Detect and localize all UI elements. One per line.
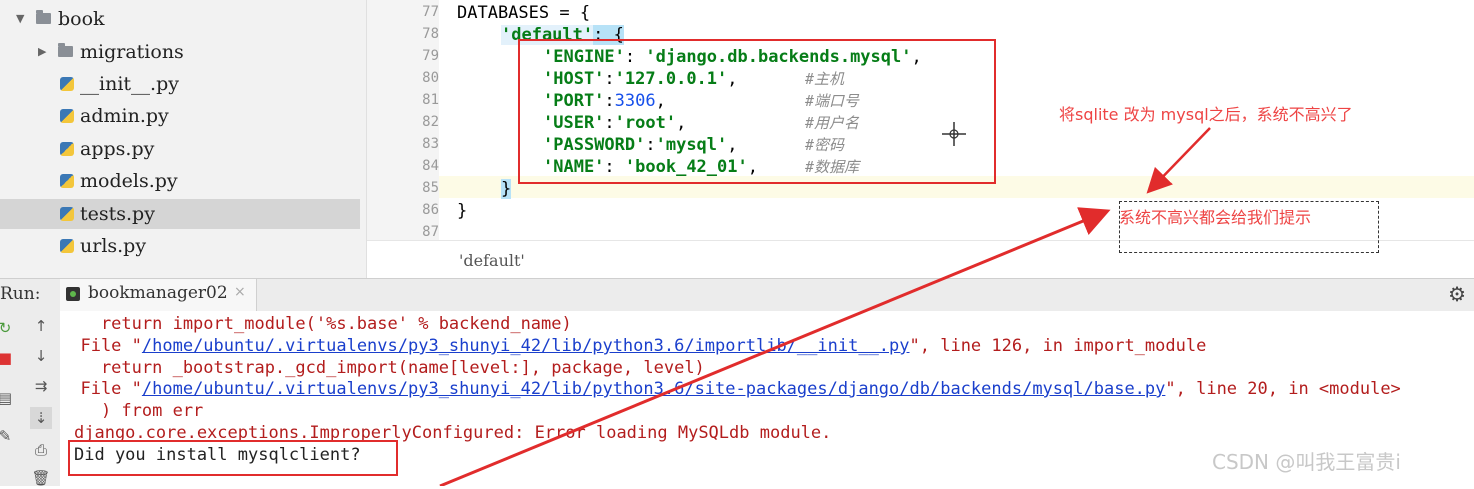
line-number: 86 [422, 202, 439, 218]
tree-item-book[interactable]: ▼ book [0, 4, 366, 34]
file-link[interactable]: /home/ubuntu/.virtualenvs/py3_shunyi_42/… [142, 336, 910, 356]
console-line: return _bootstrap._gcd_import(name[level… [60, 358, 705, 378]
folder-icon [36, 10, 51, 24]
watermark: CSDN @叫我王富贵i [1212, 450, 1401, 474]
console-line: File "/home/ubuntu/.virtualenvs/py3_shun… [60, 335, 1206, 357]
file-link[interactable]: /home/ubuntu/.virtualenvs/py3_shunyi_42/… [142, 379, 1166, 399]
code-text: DATABASES = { [457, 3, 591, 23]
console-line: return import_module('%s.base' % backend… [60, 314, 572, 334]
code-text: } [457, 201, 468, 221]
close-icon[interactable]: × [234, 284, 246, 300]
console-text: ", line 126, in import_module [909, 336, 1207, 356]
annotation-note: 系统不高兴都会给我们提示 [1119, 208, 1312, 227]
soft-wrap-icon[interactable]: ⇉ [30, 375, 52, 397]
tab-label: bookmanager02 [88, 283, 228, 303]
code-line-85: } [501, 178, 512, 200]
console-text: File " [60, 379, 142, 399]
tree-item-label: book [58, 8, 105, 30]
arrow-up-icon[interactable]: ↑ [30, 315, 52, 337]
console-text: ", line 20, in <module> [1165, 379, 1401, 399]
crosshair-cursor-icon [942, 122, 966, 146]
python-file-icon [60, 109, 74, 123]
highlight-box-error [68, 440, 398, 476]
line-number: 82 [422, 114, 439, 130]
tree-item-label: admin.py [80, 105, 169, 127]
run-panel-header: Run: bookmanager02 × ⚙ [0, 278, 1474, 312]
tree-item-apps[interactable]: apps.py [0, 134, 366, 164]
breadcrumb[interactable]: 'default' [459, 251, 525, 270]
line-number: 79 [422, 48, 439, 64]
tree-item-init[interactable]: __init__.py [0, 69, 366, 99]
arrow-down-icon[interactable]: ↓ [30, 345, 52, 367]
code-line-86: } [457, 200, 467, 222]
tree-item-label: __init__.py [80, 73, 179, 95]
line-number: 77 [422, 4, 439, 20]
pin-icon[interactable]: ✎ [0, 425, 16, 447]
tree-item-urls[interactable]: urls.py [0, 231, 366, 261]
console-text: File " [60, 336, 142, 356]
rerun-icon[interactable]: ↻ [0, 317, 16, 339]
tree-item-admin[interactable]: admin.py [0, 101, 366, 131]
line-number: 87 [422, 224, 439, 240]
line-number: 78 [422, 26, 439, 42]
python-file-icon [60, 174, 74, 188]
scroll-to-end-icon[interactable]: ⇣ [30, 407, 52, 429]
annotation-note: 将sqlite 改为 mysql之后，系统不高兴了 [1059, 105, 1353, 124]
python-file-icon [60, 77, 74, 91]
line-number: 85 [422, 180, 439, 196]
tab-bookmanager02[interactable]: bookmanager02 × [60, 279, 257, 311]
python-file-icon [60, 239, 74, 253]
stop-icon[interactable]: ■ [0, 347, 16, 369]
tree-item-label: models.py [80, 170, 178, 192]
run-toolbar: ↻ ↑ ■ ↓ ⇉ ▤ ⇣ ✎ ⎙ 🗑 [0, 311, 60, 487]
gear-icon[interactable]: ⚙ [1448, 282, 1466, 306]
line-number: 83 [422, 136, 439, 152]
tree-item-models[interactable]: models.py [0, 166, 366, 196]
highlight-box-databases [518, 39, 996, 184]
line-number: 80 [422, 70, 439, 86]
tree-item-tests[interactable]: tests.py [0, 199, 360, 229]
tree-item-label: tests.py [80, 203, 155, 225]
line-number: 81 [422, 92, 439, 108]
chevron-down-icon[interactable]: ▼ [16, 4, 24, 34]
line-number-gutter: 77 78 79 80 81 82 83 84 85 86 87 [367, 0, 439, 240]
console-line: ) from err [60, 401, 204, 421]
code-text: } [501, 179, 512, 199]
folder-icon [58, 43, 73, 57]
console-line: File "/home/ubuntu/.virtualenvs/py3_shun… [60, 378, 1401, 400]
chevron-right-icon[interactable]: ▶ [38, 37, 46, 67]
print-icon[interactable]: ⎙ [30, 439, 52, 461]
tree-item-label: urls.py [80, 235, 147, 257]
tree-item-label: migrations [80, 41, 184, 63]
python-file-icon [60, 142, 74, 156]
python-file-icon [60, 207, 74, 221]
run-label: Run: [0, 284, 41, 304]
code-line-77: DATABASES = { [457, 2, 590, 24]
django-run-icon [66, 287, 80, 301]
tree-item-label: apps.py [80, 138, 155, 160]
layout-icon[interactable]: ▤ [0, 387, 16, 409]
project-tree: ▼ book ▶ migrations __init__.py admin.py… [0, 0, 366, 278]
tree-item-migrations[interactable]: ▶ migrations [0, 37, 366, 67]
line-number: 84 [422, 158, 439, 174]
